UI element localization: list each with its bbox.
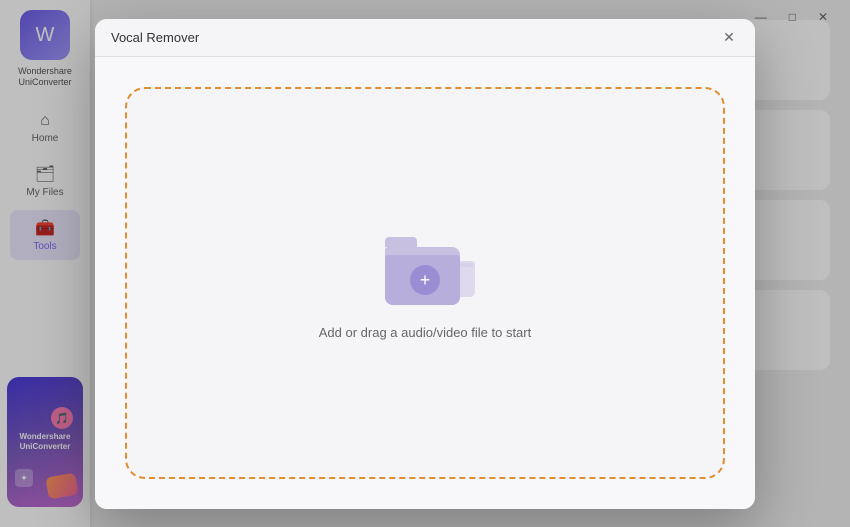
folder-plus-button: + (410, 265, 440, 295)
vocal-remover-modal: Vocal Remover ✕ + Add or drag a audio/vi… (95, 19, 755, 509)
modal-body: + Add or drag a audio/video file to star… (95, 57, 755, 509)
drop-zone-text: Add or drag a audio/video file to start (319, 325, 531, 340)
drop-zone[interactable]: + Add or drag a audio/video file to star… (125, 87, 725, 479)
modal-titlebar: Vocal Remover ✕ (95, 19, 755, 57)
modal-title: Vocal Remover (111, 30, 199, 45)
modal-overlay: Vocal Remover ✕ + Add or drag a audio/vi… (0, 0, 850, 527)
folder-icon: + (380, 225, 470, 305)
modal-close-button[interactable]: ✕ (719, 27, 739, 47)
folder-tab-main (385, 237, 417, 247)
